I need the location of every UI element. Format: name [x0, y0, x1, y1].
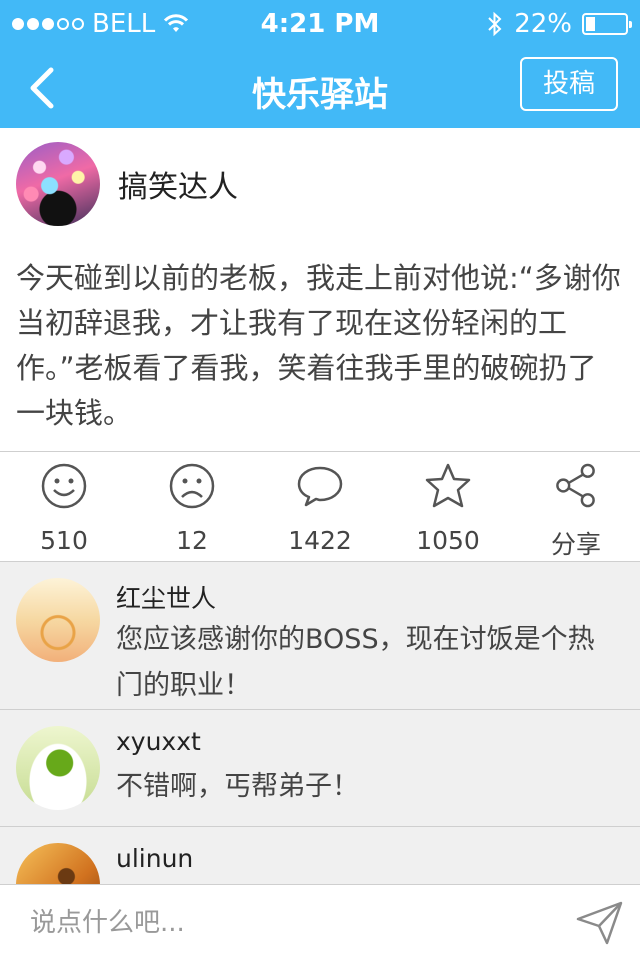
- navigation-bar: 快乐驿站 投稿: [0, 48, 640, 128]
- avatar[interactable]: [16, 142, 100, 226]
- list-item[interactable]: 红尘世人 您应该感谢你的BOSS，现在讨饭是个热门的职业！: [0, 562, 640, 710]
- avatar[interactable]: [16, 843, 100, 884]
- star-icon: [425, 463, 471, 508]
- author-name[interactable]: 搞笑达人: [118, 162, 238, 206]
- frown-icon: [169, 463, 215, 509]
- send-icon: [576, 901, 623, 945]
- send-button[interactable]: [574, 899, 626, 947]
- post-card: 搞笑达人 今天碰到以前的老板，我走上前对他说:“多谢你当初辞退我，才让我有了现在…: [0, 128, 640, 451]
- list-item[interactable]: ulinun: [0, 827, 640, 884]
- avatar[interactable]: [16, 578, 100, 662]
- post-actions: 510 12 1422 1050 分享: [0, 451, 640, 562]
- bluetooth-icon: [488, 11, 502, 37]
- like-count: 510: [40, 526, 88, 555]
- dislike-count: 12: [176, 526, 208, 555]
- avatar[interactable]: [16, 726, 100, 810]
- status-bar: BELL 4:21 PM 22%: [0, 0, 640, 48]
- commenter-name[interactable]: xyuxxt: [116, 727, 201, 756]
- favorite-button[interactable]: 1050: [384, 452, 512, 561]
- comment-list[interactable]: 红尘世人 您应该感谢你的BOSS，现在讨饭是个热门的职业！ xyuxxt 不错啊…: [0, 562, 640, 884]
- like-button[interactable]: 510: [0, 452, 128, 561]
- commenter-name[interactable]: 红尘世人: [116, 579, 216, 615]
- post-author[interactable]: 搞笑达人: [16, 142, 238, 226]
- list-item[interactable]: xyuxxt 不错啊，丐帮弟子！: [0, 710, 640, 827]
- comment-button[interactable]: 1422: [256, 452, 384, 561]
- dislike-button[interactable]: 12: [128, 452, 256, 561]
- comment-icon: [297, 466, 343, 507]
- comment-count: 1422: [288, 526, 352, 555]
- submit-post-button[interactable]: 投稿: [520, 57, 618, 111]
- smile-icon: [41, 463, 87, 509]
- comment-text: 您应该感谢你的BOSS，现在讨饭是个热门的职业！: [116, 624, 595, 701]
- comment-text: 不错啊，丐帮弟子！: [116, 771, 359, 802]
- comment-input-bar: [0, 884, 640, 960]
- share-label: 分享: [550, 530, 601, 559]
- battery-percent: 22%: [514, 9, 572, 39]
- post-content: 今天碰到以前的老板，我走上前对他说:“多谢你当初辞退我，才让我有了现在这份轻闲的…: [16, 261, 621, 430]
- share-button[interactable]: 分享: [512, 452, 640, 561]
- share-icon: [556, 463, 595, 508]
- favorite-count: 1050: [416, 526, 480, 555]
- comment-input[interactable]: [30, 903, 550, 943]
- battery-icon: [582, 13, 632, 35]
- commenter-name[interactable]: ulinun: [116, 844, 193, 873]
